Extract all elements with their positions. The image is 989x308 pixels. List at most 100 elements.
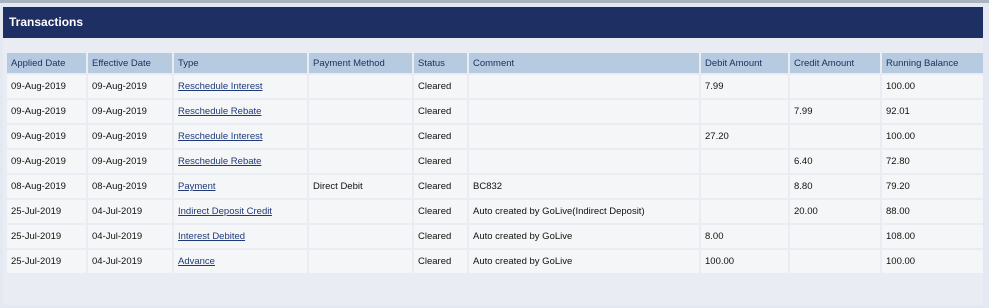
comment-cell: Auto created by GoLive (469, 250, 699, 273)
type-cell: Reschedule Interest (174, 75, 307, 98)
type-link[interactable]: Interest Debited (178, 231, 245, 242)
column-header-credit-amount[interactable]: Credit Amount (790, 53, 880, 73)
payment-method-cell (309, 250, 412, 273)
credit-amount-cell: 6.40 (790, 150, 880, 173)
running-balance-cell: 100.00 (882, 125, 983, 148)
debit-amount-cell (701, 175, 788, 198)
applied-date-cell: 25-Jul-2019 (7, 250, 86, 273)
effective-date-cell: 09-Aug-2019 (88, 75, 172, 98)
table-row: 25-Jul-2019 04-Jul-2019 Indirect Deposit… (7, 200, 983, 223)
payment-method-cell (309, 125, 412, 148)
credit-amount-cell: 7.99 (790, 100, 880, 123)
column-header-comment[interactable]: Comment (469, 53, 699, 73)
column-header-debit-amount[interactable]: Debit Amount (701, 53, 788, 73)
column-header-applied-date[interactable]: Applied Date (7, 53, 86, 73)
column-header-effective-date[interactable]: Effective Date (88, 53, 172, 73)
table-header-row: Applied Date Effective Date Type Payment… (7, 53, 983, 73)
table-row: 09-Aug-2019 09-Aug-2019 Reschedule Rebat… (7, 100, 983, 123)
comment-cell: BC832 (469, 175, 699, 198)
credit-amount-cell (790, 75, 880, 98)
effective-date-cell: 08-Aug-2019 (88, 175, 172, 198)
payment-method-cell (309, 200, 412, 223)
status-cell: Cleared (414, 200, 467, 223)
credit-amount-cell (790, 125, 880, 148)
type-cell: Indirect Deposit Credit (174, 200, 307, 223)
column-header-payment-method[interactable]: Payment Method (309, 53, 412, 73)
applied-date-cell: 09-Aug-2019 (7, 75, 86, 98)
debit-amount-cell: 7.99 (701, 75, 788, 98)
comment-cell (469, 150, 699, 173)
type-link[interactable]: Reschedule Interest (178, 81, 263, 92)
table-row: 09-Aug-2019 09-Aug-2019 Reschedule Rebat… (7, 150, 983, 173)
type-link[interactable]: Reschedule Rebate (178, 106, 261, 117)
type-cell: Payment (174, 175, 307, 198)
status-cell: Cleared (414, 225, 467, 248)
column-header-type[interactable]: Type (174, 53, 307, 73)
table-row: 09-Aug-2019 09-Aug-2019 Reschedule Inter… (7, 75, 983, 98)
transactions-table: Applied Date Effective Date Type Payment… (5, 51, 985, 275)
debit-amount-cell: 27.20 (701, 125, 788, 148)
comment-cell: Auto created by GoLive(Indirect Deposit) (469, 200, 699, 223)
credit-amount-cell: 8.80 (790, 175, 880, 198)
payment-method-cell (309, 225, 412, 248)
type-link[interactable]: Advance (178, 256, 215, 267)
payment-method-cell: Direct Debit (309, 175, 412, 198)
applied-date-cell: 25-Jul-2019 (7, 225, 86, 248)
effective-date-cell: 09-Aug-2019 (88, 100, 172, 123)
debit-amount-cell: 100.00 (701, 250, 788, 273)
running-balance-cell: 108.00 (882, 225, 983, 248)
type-cell: Interest Debited (174, 225, 307, 248)
effective-date-cell: 04-Jul-2019 (88, 250, 172, 273)
column-header-status[interactable]: Status (414, 53, 467, 73)
status-cell: Cleared (414, 175, 467, 198)
table-row: 25-Jul-2019 04-Jul-2019 Interest Debited… (7, 225, 983, 248)
type-link[interactable]: Payment (178, 181, 216, 192)
status-cell: Cleared (414, 125, 467, 148)
comment-cell: Auto created by GoLive (469, 225, 699, 248)
running-balance-cell: 88.00 (882, 200, 983, 223)
payment-method-cell (309, 150, 412, 173)
type-cell: Reschedule Interest (174, 125, 307, 148)
running-balance-cell: 100.00 (882, 75, 983, 98)
comment-cell (469, 100, 699, 123)
table-row: 09-Aug-2019 09-Aug-2019 Reschedule Inter… (7, 125, 983, 148)
type-link[interactable]: Indirect Deposit Credit (178, 206, 272, 217)
effective-date-cell: 09-Aug-2019 (88, 125, 172, 148)
applied-date-cell: 08-Aug-2019 (7, 175, 86, 198)
column-header-running-balance[interactable]: Running Balance (882, 53, 983, 73)
type-cell: Advance (174, 250, 307, 273)
debit-amount-cell (701, 150, 788, 173)
running-balance-cell: 100.00 (882, 250, 983, 273)
debit-amount-cell (701, 100, 788, 123)
credit-amount-cell: 20.00 (790, 200, 880, 223)
table-row: 08-Aug-2019 08-Aug-2019 Payment Direct D… (7, 175, 983, 198)
effective-date-cell: 09-Aug-2019 (88, 150, 172, 173)
applied-date-cell: 09-Aug-2019 (7, 125, 86, 148)
status-cell: Cleared (414, 150, 467, 173)
payment-method-cell (309, 75, 412, 98)
running-balance-cell: 92.01 (882, 100, 983, 123)
comment-cell (469, 125, 699, 148)
applied-date-cell: 25-Jul-2019 (7, 200, 86, 223)
comment-cell (469, 75, 699, 98)
debit-amount-cell: 8.00 (701, 225, 788, 248)
type-cell: Reschedule Rebate (174, 100, 307, 123)
type-link[interactable]: Reschedule Interest (178, 131, 263, 142)
status-cell: Cleared (414, 75, 467, 98)
table-row: 25-Jul-2019 04-Jul-2019 Advance Cleared … (7, 250, 983, 273)
type-link[interactable]: Reschedule Rebate (178, 156, 261, 167)
effective-date-cell: 04-Jul-2019 (88, 200, 172, 223)
applied-date-cell: 09-Aug-2019 (7, 150, 86, 173)
effective-date-cell: 04-Jul-2019 (88, 225, 172, 248)
type-cell: Reschedule Rebate (174, 150, 307, 173)
credit-amount-cell (790, 250, 880, 273)
status-cell: Cleared (414, 100, 467, 123)
payment-method-cell (309, 100, 412, 123)
applied-date-cell: 09-Aug-2019 (7, 100, 86, 123)
panel-title: Transactions (3, 7, 983, 38)
status-cell: Cleared (414, 250, 467, 273)
credit-amount-cell (790, 225, 880, 248)
running-balance-cell: 79.20 (882, 175, 983, 198)
debit-amount-cell (701, 200, 788, 223)
top-border (0, 0, 989, 3)
